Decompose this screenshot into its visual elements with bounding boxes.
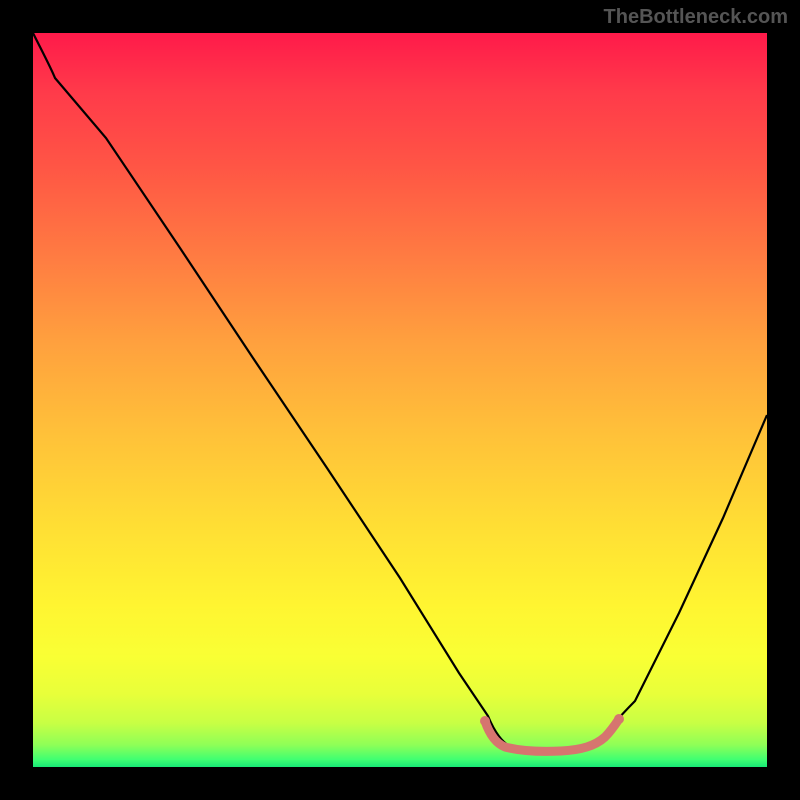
bottleneck-curve xyxy=(33,33,767,750)
optimal-end-dot xyxy=(614,714,624,724)
optimal-start-dot xyxy=(480,716,490,726)
chart-svg xyxy=(33,33,767,767)
plot-area xyxy=(33,33,767,767)
watermark-text: TheBottleneck.com xyxy=(604,6,788,29)
optimal-range-marker xyxy=(485,719,619,751)
